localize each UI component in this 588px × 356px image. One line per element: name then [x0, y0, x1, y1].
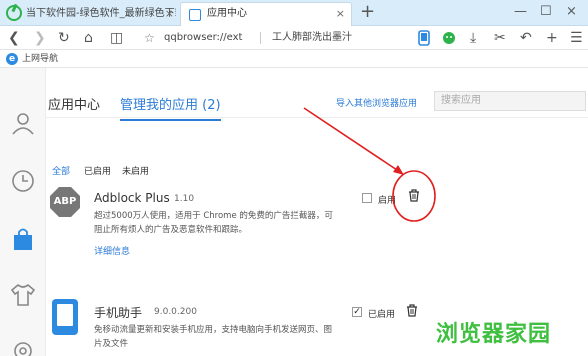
- enable-label[interactable]: 启用: [378, 193, 396, 206]
- search-input[interactable]: 搜索应用: [434, 91, 586, 111]
- new-tab-button[interactable]: +: [360, 1, 375, 23]
- tab-strip: 当下软件园-绿色软件_最新绿色下载软 × 应用中心 × + — ☐ ×: [0, 0, 588, 26]
- phone-assistant-icon: [52, 299, 78, 335]
- ie-icon: e: [6, 53, 18, 65]
- tab-close-icon[interactable]: ×: [336, 3, 345, 25]
- tab-close-icon[interactable]: ×: [165, 4, 174, 24]
- download-icon[interactable]: ⤓: [470, 29, 476, 47]
- enable-checkbox[interactable]: ✓: [352, 307, 362, 317]
- tab-label: 应用中心: [207, 8, 247, 19]
- shirt-icon[interactable]: [10, 282, 36, 308]
- tab-downxia[interactable]: 当下软件园-绿色软件_最新绿色下载软 ×: [26, 4, 176, 24]
- scissors-icon[interactable]: ✂: [494, 29, 506, 47]
- filter-enabled[interactable]: 已启用: [84, 164, 111, 177]
- app-name: Adblock Plus: [94, 191, 170, 205]
- app-description: 免移动流量更新和安装手机应用，支持电脑向手机发送网页、图片及文件: [94, 325, 333, 349]
- undo-icon[interactable]: ↶: [520, 29, 532, 47]
- app-version: 1.10: [174, 194, 195, 204]
- user-icon[interactable]: [10, 110, 36, 136]
- trash-icon[interactable]: [406, 304, 418, 317]
- settings-icon[interactable]: [10, 338, 36, 356]
- filter-all[interactable]: 全部: [52, 164, 70, 177]
- back-icon[interactable]: ❮: [8, 29, 20, 47]
- clock-icon[interactable]: [10, 168, 36, 194]
- maximize-button[interactable]: ☐: [540, 2, 552, 22]
- filter-disabled[interactable]: 未启用: [122, 164, 149, 177]
- wechat-icon[interactable]: [442, 31, 456, 45]
- bookmark-nav[interactable]: 上网导航: [22, 50, 58, 68]
- shopping-bag-icon[interactable]: [10, 226, 36, 252]
- phone-sync-icon[interactable]: [418, 30, 430, 46]
- menu-icon[interactable]: ☰: [570, 29, 583, 47]
- add-icon[interactable]: +: [546, 29, 558, 47]
- separator: [260, 32, 261, 44]
- sidebar: [0, 68, 46, 356]
- import-apps-link[interactable]: 导入其他浏览器应用: [336, 96, 417, 109]
- app-description: 超过5000万人使用，适用于 Chrome 的免费的广告拦截器，可阻止所有烦人的…: [94, 211, 333, 235]
- details-link[interactable]: 详细信息: [94, 244, 130, 257]
- minimize-button[interactable]: —: [514, 2, 527, 22]
- app-version: 9.0.0.200: [154, 307, 197, 317]
- trash-icon[interactable]: [408, 189, 420, 202]
- divider: [46, 117, 588, 118]
- address-bar[interactable]: ☆ qqbrowser://ext 工人肺部洗出墨汁: [142, 28, 406, 48]
- reader-icon[interactable]: ◫: [110, 29, 123, 47]
- close-window-button[interactable]: ×: [566, 2, 577, 22]
- app-name: 手机助手: [94, 306, 143, 320]
- app-center-page: 应用中心 管理我的应用 (2) 导入其他浏览器应用 搜索应用 全部 已启用 未启…: [0, 68, 588, 356]
- tab-label: 当下软件园-绿色软件_最新绿色下载软: [26, 8, 176, 19]
- bookmark-bar: e 上网导航: [0, 50, 588, 68]
- search-suggestion[interactable]: 工人肺部洗出墨汁: [272, 28, 352, 48]
- enable-label[interactable]: 已启用: [368, 307, 395, 320]
- url-text: qqbrowser://ext: [164, 32, 243, 43]
- refresh-icon[interactable]: ↻: [58, 29, 70, 47]
- home-icon[interactable]: ⌂: [84, 29, 93, 47]
- adblock-plus-icon: ABP: [50, 187, 80, 217]
- forward-icon[interactable]: ❯: [34, 29, 46, 47]
- site-watermark: 浏览器家园: [436, 322, 552, 347]
- tab-app-center[interactable]: 应用中心 ×: [180, 2, 352, 26]
- enable-checkbox[interactable]: [362, 193, 372, 203]
- star-icon[interactable]: ☆: [144, 28, 155, 48]
- browser-logo-icon: [6, 5, 22, 21]
- nav-app-center[interactable]: 应用中心: [48, 94, 100, 113]
- app-center-icon: [189, 9, 201, 21]
- toolbar: ❮ ❯ ↻ ⌂ ◫ ☆ qqbrowser://ext 工人肺部洗出墨汁 ⤓ ✂…: [0, 26, 588, 50]
